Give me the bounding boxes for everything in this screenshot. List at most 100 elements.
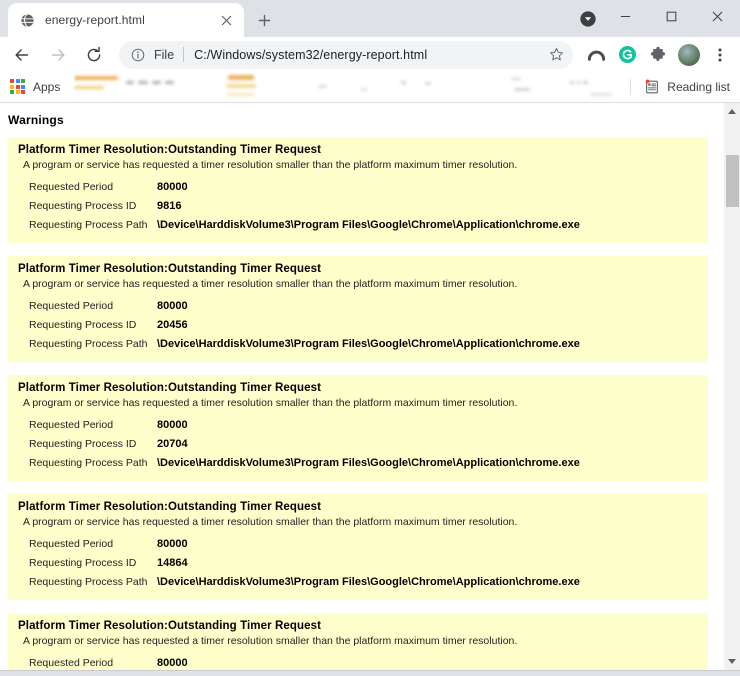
forward-button[interactable]: [42, 39, 74, 71]
url-text[interactable]: C:/Windows/system32/energy-report.html: [194, 48, 543, 62]
warning-detail-value: 20456: [157, 318, 188, 331]
reload-button[interactable]: [78, 39, 110, 71]
blurred-bookmark-item[interactable]: [74, 76, 119, 81]
scrollbar-thumb[interactable]: [725, 154, 739, 207]
tab-strip: energy-report.html: [0, 0, 740, 38]
warning-detail-label: Requested Period: [29, 418, 114, 431]
warning-title: Platform Timer Resolution:Outstanding Ti…: [18, 143, 322, 156]
scroll-down-button[interactable]: [724, 653, 740, 670]
globe-icon: [19, 12, 35, 28]
omnibox-separator: [183, 47, 185, 63]
browser-toolbar: File C:/Windows/system32/energy-report.h…: [0, 37, 740, 73]
minimize-button[interactable]: [602, 0, 648, 32]
warning-detail-row: Requested Period 80000: [18, 534, 698, 553]
scrollbar-track[interactable]: [724, 120, 740, 654]
warning-detail-label: Requesting Process ID: [29, 318, 137, 331]
warning-detail-row: Requesting Process Path \Device\HarddiskV…: [18, 215, 698, 234]
warning-description: A program or service has requested a tim…: [23, 515, 518, 528]
blurred-bookmark-item[interactable]: [226, 84, 257, 89]
warning-detail-row: Requesting Process ID 9816: [18, 196, 698, 215]
blurred-bookmark-item[interactable]: [138, 81, 149, 85]
chevron-up-icon: [728, 108, 736, 114]
page-title: Warnings: [8, 112, 64, 127]
warning-description: A program or service has requested a tim…: [23, 277, 518, 290]
tab-search-icon[interactable]: [578, 9, 598, 29]
browser-tab[interactable]: energy-report.html: [8, 3, 244, 38]
warning-description: A program or service has requested a tim…: [23, 634, 518, 647]
warning-detail-label: Requesting Process Path: [29, 456, 148, 469]
warning-detail-label: Requested Period: [29, 656, 114, 669]
tab-title: energy-report.html: [45, 13, 145, 28]
warning-detail-row: Requested Period 80000: [18, 177, 698, 196]
star-icon[interactable]: [543, 42, 569, 68]
blurred-bookmark-item[interactable]: [514, 88, 531, 92]
chrome-menu-button[interactable]: [706, 41, 734, 69]
bookmarks-bar: Apps Reading list: [0, 72, 740, 103]
maximize-button[interactable]: [648, 0, 694, 32]
warning-title: Platform Timer Resolution:Outstanding Ti…: [18, 619, 322, 632]
blurred-bookmark-item[interactable]: [583, 81, 589, 85]
blurred-bookmark-item[interactable]: [74, 86, 105, 90]
warning-description: A program or service has requested a tim…: [23, 158, 518, 171]
arc-extension-icon[interactable]: [582, 41, 610, 69]
warning-detail-row: Requested Period 80000: [18, 296, 698, 315]
warning-detail-label: Requesting Process Path: [29, 218, 148, 231]
reading-list-icon: [644, 79, 660, 95]
warning-detail-label: Requesting Process Path: [29, 337, 148, 350]
blurred-bookmark-item[interactable]: [228, 75, 255, 81]
warning-block: Platform Timer Resolution:Outstanding Ti…: [8, 374, 708, 481]
warning-detail-value: 80000: [157, 656, 188, 669]
warning-title: Platform Timer Resolution:Outstanding Ti…: [18, 262, 322, 275]
blurred-bookmark-item[interactable]: [318, 85, 328, 89]
page-content-area: Warnings Platform Timer Resolution:Outst…: [0, 102, 740, 671]
warning-detail-label: Requesting Process ID: [29, 437, 137, 450]
warning-detail-value: 80000: [157, 180, 188, 193]
warning-detail-label: Requested Period: [29, 299, 114, 312]
blurred-bookmark-item[interactable]: [126, 81, 135, 85]
warning-detail-value: \Device\HarddiskVolume3\Program Files\Go…: [157, 218, 580, 231]
energy-report-page: Warnings Platform Timer Resolution:Outst…: [0, 103, 723, 671]
blurred-bookmark-item[interactable]: [401, 81, 407, 85]
blurred-bookmark-item[interactable]: [360, 88, 369, 92]
address-bar[interactable]: File C:/Windows/system32/energy-report.h…: [119, 40, 573, 69]
warning-detail-row: Requesting Process ID 20704: [18, 434, 698, 453]
warning-detail-row: Requesting Process ID 14864: [18, 553, 698, 572]
warning-description: A program or service has requested a tim…: [23, 396, 518, 409]
warning-block: Platform Timer Resolution:Outstanding Ti…: [8, 493, 708, 600]
info-circle-icon[interactable]: [130, 47, 146, 63]
warning-block: Platform Timer Resolution:Outstanding Ti…: [8, 255, 708, 362]
puzzle-extensions-icon[interactable]: [644, 41, 672, 69]
warning-detail-label: Requesting Process ID: [29, 556, 137, 569]
blurred-bookmark-item[interactable]: [511, 78, 522, 81]
back-button[interactable]: [6, 39, 38, 71]
warning-detail-label: Requesting Process ID: [29, 199, 137, 212]
blurred-bookmark-item[interactable]: [152, 81, 162, 85]
profile-avatar[interactable]: [675, 41, 703, 69]
warning-detail-row: Requesting Process Path \Device\HarddiskV…: [18, 572, 698, 591]
close-button[interactable]: [694, 0, 740, 32]
warning-detail-value: 80000: [157, 537, 188, 550]
warning-detail-label: Requested Period: [29, 180, 114, 193]
avatar: [678, 43, 700, 66]
blurred-bookmarks-region[interactable]: [74, 72, 626, 102]
blurred-bookmark-item[interactable]: [570, 81, 575, 85]
blurred-bookmark-item[interactable]: [227, 93, 256, 97]
blurred-bookmark-item[interactable]: [165, 81, 175, 85]
vertical-scrollbar[interactable]: [723, 102, 740, 671]
url-scheme-label: File: [154, 47, 175, 62]
bookmark-apps-shortcut[interactable]: Apps: [8, 77, 66, 97]
warning-detail-row: Requesting Process Path \Device\HarddiskV…: [18, 453, 698, 472]
warning-block: Platform Timer Resolution:Outstanding Ti…: [8, 612, 708, 671]
blurred-bookmark-item[interactable]: [425, 82, 432, 86]
warning-detail-value: \Device\HarddiskVolume3\Program Files\Go…: [157, 456, 580, 469]
warning-detail-value: 14864: [157, 556, 188, 569]
blurred-bookmark-item[interactable]: [577, 81, 581, 85]
new-tab-button[interactable]: [250, 6, 278, 34]
warning-title: Platform Timer Resolution:Outstanding Ti…: [18, 381, 322, 394]
scroll-up-button[interactable]: [724, 103, 740, 120]
grammarly-icon[interactable]: [613, 41, 641, 69]
blurred-bookmark-item[interactable]: [590, 93, 613, 97]
warning-detail-value: 80000: [157, 299, 188, 312]
reading-list-button[interactable]: Reading list: [640, 77, 734, 97]
tab-close-icon[interactable]: [217, 11, 235, 29]
